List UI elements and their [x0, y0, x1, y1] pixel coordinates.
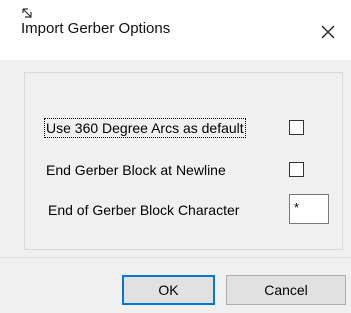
end-block-char-input[interactable]: *: [289, 194, 329, 224]
import-gerber-options-dialog: Import Gerber Options Use 360 Degree Arc…: [0, 0, 351, 313]
use-360-arcs-label[interactable]: Use 360 Degree Arcs as default: [44, 118, 246, 138]
close-icon: [321, 25, 335, 39]
options-group: Use 360 Degree Arcs as default End Gerbe…: [24, 72, 343, 250]
dialog-body: Use 360 Degree Arcs as default End Gerbe…: [0, 60, 351, 257]
end-block-newline-label[interactable]: End Gerber Block at Newline: [46, 162, 226, 178]
use-360-arcs-checkbox[interactable]: [289, 120, 304, 135]
end-block-newline-checkbox[interactable]: [289, 162, 304, 177]
cancel-button[interactable]: Cancel: [226, 275, 346, 305]
dialog-title: Import Gerber Options: [21, 20, 171, 37]
app-icon: [22, 8, 32, 18]
ok-button[interactable]: OK: [122, 275, 215, 305]
close-button[interactable]: [305, 14, 351, 50]
button-bar: OK Cancel: [0, 257, 351, 313]
title-bar[interactable]: Import Gerber Options: [0, 0, 351, 60]
end-block-char-label: End of Gerber Block Character: [48, 202, 240, 218]
